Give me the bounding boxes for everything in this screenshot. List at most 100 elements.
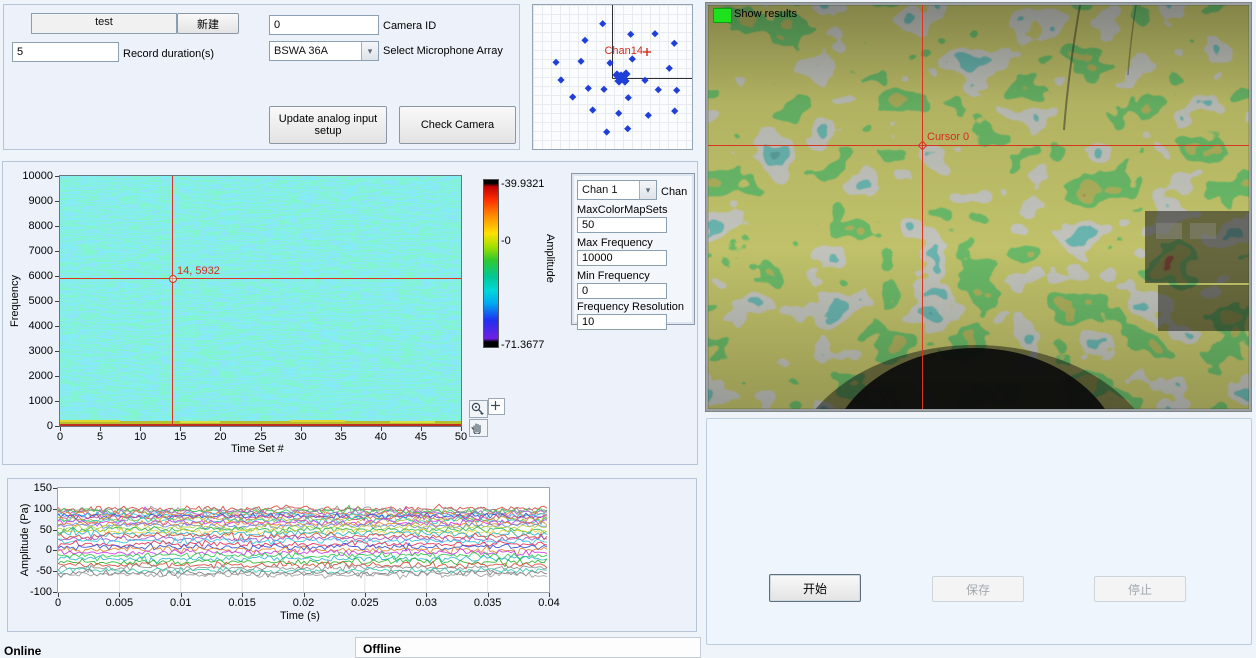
max-colormap-input[interactable] bbox=[577, 217, 667, 233]
tick-mark bbox=[58, 593, 59, 597]
spectrogram-cursor-readout: 14, 5932 bbox=[177, 265, 220, 277]
tick-label: 9000 bbox=[11, 195, 53, 207]
tick-mark bbox=[100, 427, 101, 431]
tick-mark bbox=[60, 427, 61, 431]
start-button-label: 开始 bbox=[803, 580, 827, 597]
tick-label: -50 bbox=[12, 565, 52, 577]
tick-label: 25 bbox=[246, 431, 276, 443]
mic-array-value: BSWA 36A bbox=[270, 45, 361, 57]
colorbar-max-label: -39.9321 bbox=[501, 178, 544, 190]
tick-mark bbox=[55, 276, 59, 277]
waveform-xlabel: Time (s) bbox=[280, 610, 320, 622]
record-duration-input[interactable] bbox=[12, 42, 119, 62]
tick-label: 8000 bbox=[11, 220, 53, 232]
save-button-label: 保存 bbox=[966, 581, 990, 598]
freq-resolution-input[interactable] bbox=[577, 314, 667, 330]
tick-label: 20 bbox=[205, 431, 235, 443]
spectrogram-plot[interactable] bbox=[59, 175, 462, 427]
tick-mark bbox=[55, 401, 59, 402]
chevron-down-icon[interactable]: ▾ bbox=[639, 181, 656, 199]
action-panel: 开始 保存 停止 bbox=[706, 418, 1252, 645]
stop-button-label: 停止 bbox=[1128, 581, 1152, 598]
freq-resolution-label: Frequency Resolution bbox=[577, 301, 684, 313]
chan-label: Chan bbox=[661, 186, 687, 198]
record-duration-label: Record duration(s) bbox=[123, 48, 214, 60]
mic-array-dropdown[interactable]: BSWA 36A ▾ bbox=[269, 41, 379, 61]
tick-label: 0.01 bbox=[161, 597, 201, 609]
tick-mark bbox=[426, 593, 427, 597]
tick-mark bbox=[55, 176, 59, 177]
session-name-value: test bbox=[95, 16, 113, 28]
tick-mark bbox=[461, 427, 462, 431]
new-session-button[interactable]: 新建 bbox=[177, 13, 239, 34]
check-camera-button-label: Check Camera bbox=[421, 119, 494, 131]
save-button[interactable]: 保存 bbox=[932, 576, 1024, 602]
chan-dropdown[interactable]: Chan 1 ▾ bbox=[577, 180, 657, 200]
camera-view-frame: Cursor 0 Show results bbox=[705, 2, 1252, 412]
tick-mark bbox=[180, 427, 181, 431]
update-analog-input-button[interactable]: Update analog input setup bbox=[269, 106, 387, 144]
spectrogram-cursor-hline[interactable] bbox=[60, 278, 461, 279]
waveform-panel: Amplitude (Pa) Time (s) -100-50050100150… bbox=[7, 478, 697, 632]
tick-mark bbox=[381, 427, 382, 431]
tick-mark bbox=[220, 427, 221, 431]
tick-label: 0.035 bbox=[468, 597, 508, 609]
tick-label: 15 bbox=[165, 431, 195, 443]
tick-mark bbox=[55, 251, 59, 252]
min-freq-label: Min Frequency bbox=[577, 270, 650, 282]
array-geometry-panel: Chan14 bbox=[532, 4, 693, 150]
spectrogram-cursor-marker[interactable] bbox=[169, 275, 177, 283]
spectrogram-cursor-vline[interactable] bbox=[172, 176, 173, 426]
camera-image[interactable] bbox=[708, 5, 1249, 409]
tick-mark bbox=[181, 593, 182, 597]
tick-mark bbox=[53, 530, 57, 531]
tick-label: 7000 bbox=[11, 245, 53, 257]
tick-mark bbox=[341, 427, 342, 431]
tick-mark bbox=[53, 592, 57, 593]
camera-cursor-hline[interactable] bbox=[708, 145, 1249, 146]
tick-label: 0 bbox=[38, 597, 78, 609]
status-offline: Offline bbox=[363, 642, 401, 656]
tick-label: 3000 bbox=[11, 345, 53, 357]
chevron-down-icon[interactable]: ▾ bbox=[361, 42, 378, 60]
tick-label: 0 bbox=[12, 544, 52, 556]
zoom-tool-button[interactable] bbox=[469, 400, 488, 418]
status-offline-box: Offline bbox=[355, 637, 701, 658]
session-name-field[interactable]: test bbox=[31, 13, 177, 34]
tick-label: 4000 bbox=[11, 320, 53, 332]
tick-label: 0.04 bbox=[529, 597, 569, 609]
tick-mark bbox=[304, 593, 305, 597]
status-online: Online bbox=[4, 644, 41, 658]
tick-mark bbox=[55, 301, 59, 302]
tick-label: 0.02 bbox=[284, 597, 324, 609]
tick-label: 10000 bbox=[11, 170, 53, 182]
tick-mark bbox=[549, 593, 550, 597]
tick-label: 0.03 bbox=[406, 597, 446, 609]
camera-cursor-vline[interactable] bbox=[922, 5, 923, 409]
colorbar-mid-label: -0 bbox=[501, 235, 511, 247]
update-analog-input-button-label: Update analog input setup bbox=[272, 113, 384, 137]
max-freq-label: Max Frequency bbox=[577, 237, 653, 249]
camera-id-label: Camera ID bbox=[383, 20, 436, 32]
tick-mark bbox=[488, 593, 489, 597]
crosshair-tool-button[interactable] bbox=[488, 398, 505, 415]
spectrogram-xlabel: Time Set # bbox=[231, 443, 284, 455]
stop-button[interactable]: 停止 bbox=[1094, 576, 1186, 602]
camera-id-input[interactable] bbox=[269, 15, 379, 35]
tick-mark bbox=[242, 593, 243, 597]
tick-mark bbox=[140, 427, 141, 431]
tick-label: 5 bbox=[85, 431, 115, 443]
tick-mark bbox=[55, 226, 59, 227]
magnifier-icon bbox=[470, 401, 485, 415]
mic-array-label: Select Microphone Array bbox=[383, 45, 503, 57]
check-camera-button[interactable]: Check Camera bbox=[399, 106, 516, 144]
tick-label: 50 bbox=[446, 431, 476, 443]
max-freq-input[interactable] bbox=[577, 250, 667, 266]
show-results-checkbox[interactable] bbox=[713, 8, 732, 23]
tick-mark bbox=[55, 201, 59, 202]
camera-cursor-label: Cursor 0 bbox=[927, 131, 969, 143]
start-button[interactable]: 开始 bbox=[769, 574, 861, 602]
waveform-plot[interactable] bbox=[57, 487, 550, 593]
min-freq-input[interactable] bbox=[577, 283, 667, 299]
tick-mark bbox=[55, 351, 59, 352]
